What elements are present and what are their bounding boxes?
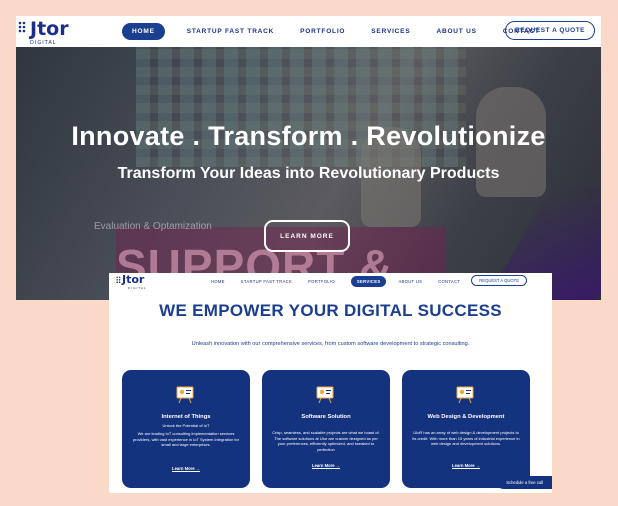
hero-background-caption: Evaluation & Optamization xyxy=(94,221,212,232)
logo-dots-icon xyxy=(18,21,26,33)
service-card-web-design[interactable]: Web Design & Development UIoR has an arr… xyxy=(402,370,530,488)
service-card-software[interactable]: Software Solution Crisp, seamless, and s… xyxy=(262,370,390,488)
nav-services[interactable]: SERVICES xyxy=(371,28,410,35)
nav-home[interactable]: HOME xyxy=(122,23,165,40)
logo-subtext: DIGITAL xyxy=(128,286,147,290)
nav-startup-fast-track[interactable]: STARTUP FAST TRACK xyxy=(241,279,292,284)
nav-about-us[interactable]: ABOUT US xyxy=(436,28,476,35)
card-learn-more-link[interactable]: Learn More → xyxy=(262,463,390,468)
presentation-board-icon xyxy=(456,386,474,404)
card-description: We are leading IoT consulting implementa… xyxy=(132,431,240,448)
request-quote-button[interactable]: REQUEST A QUOTE xyxy=(505,21,595,40)
card-tagline: Unlock the Potential of IoT xyxy=(162,423,210,428)
card-title: Web Design & Development xyxy=(427,414,505,420)
card-title: Software Solution xyxy=(301,414,351,420)
section-subtitle: Unleash innovation with our comprehensiv… xyxy=(191,341,470,347)
main-menu: HOME STARTUP FAST TRACK PORTFOLIO SERVIC… xyxy=(211,273,476,289)
homepage-screenshot: Jtor DIGITAL HOME STARTUP FAST TRACK POR… xyxy=(16,16,601,300)
logo-dots-icon xyxy=(116,276,121,283)
card-description: Crisp, seamless, and scalable projects a… xyxy=(272,430,380,452)
top-navbar: Jtor DIGITAL HOME STARTUP FAST TRACK POR… xyxy=(109,273,552,290)
section-title: WE EMPOWER YOUR DIGITAL SUCCESS xyxy=(159,301,502,320)
hero-banner: Evaluation & Optamization SUPPORT & Inno… xyxy=(16,47,601,300)
presentation-board-icon xyxy=(316,386,334,404)
nav-portfolio[interactable]: PORTFOLIO xyxy=(300,28,345,35)
card-title: Internet of Things xyxy=(161,414,211,420)
logo-mark: Jtor xyxy=(30,18,69,40)
site-logo[interactable]: Jtor DIGITAL xyxy=(116,273,146,290)
site-logo[interactable]: Jtor DIGITAL xyxy=(18,18,69,46)
nav-contact[interactable]: CONTACT xyxy=(438,279,460,284)
hero-subheadline: Transform Your Ideas into Revolutionary … xyxy=(117,165,500,182)
logo-subtext: DIGITAL xyxy=(30,40,57,46)
services-screenshot: Jtor DIGITAL HOME STARTUP FAST TRACK POR… xyxy=(109,273,552,493)
learn-more-button[interactable]: LEARN MORE xyxy=(264,220,350,252)
nav-services[interactable]: SERVICES xyxy=(350,275,387,287)
card-learn-more-link[interactable]: Learn More → xyxy=(122,466,250,471)
logo-mark: Jtor xyxy=(122,273,145,286)
hero-headline: Innovate . Transform . Revolutionize xyxy=(71,121,546,151)
card-learn-more-link[interactable]: Learn More → xyxy=(402,463,530,468)
nav-portfolio[interactable]: PORTFOLIO xyxy=(308,279,335,284)
service-card-iot[interactable]: Internet of Things Unlock the Potential … xyxy=(122,370,250,488)
nav-startup-fast-track[interactable]: STARTUP FAST TRACK xyxy=(187,28,274,35)
schedule-call-button[interactable]: Schedule a free call xyxy=(497,476,552,489)
nav-about-us[interactable]: ABOUT US xyxy=(398,279,422,284)
request-quote-button[interactable]: REQUEST A QUOTE xyxy=(471,275,527,286)
nav-home[interactable]: HOME xyxy=(211,279,225,284)
top-navbar: Jtor DIGITAL HOME STARTUP FAST TRACK POR… xyxy=(16,16,601,47)
card-description: UIoR has an array of web design & develo… xyxy=(412,430,520,447)
presentation-board-icon xyxy=(176,386,194,404)
main-menu: HOME STARTUP FAST TRACK PORTFOLIO SERVIC… xyxy=(122,16,566,47)
